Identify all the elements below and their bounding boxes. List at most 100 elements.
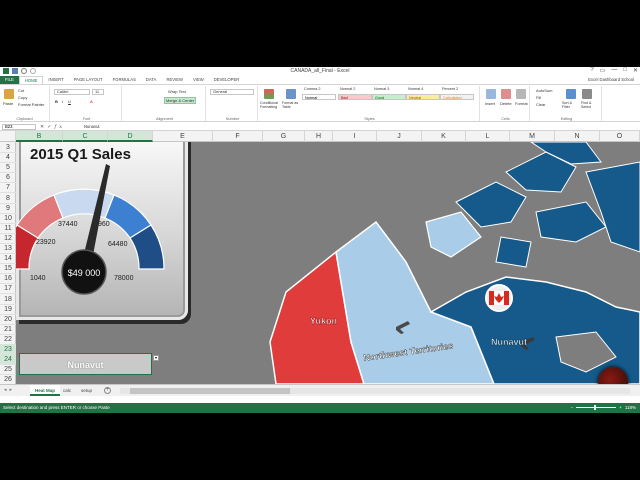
column-header-i[interactable]: I <box>333 131 377 142</box>
name-box[interactable]: B23 <box>2 124 36 130</box>
conditional-formatting-icon[interactable] <box>264 89 274 99</box>
tab-data[interactable]: DATA <box>141 76 162 84</box>
column-header-c[interactable]: C <box>63 131 108 142</box>
region-dropdown-button[interactable]: ▾ <box>153 355 159 361</box>
format-as-table-icon[interactable] <box>286 89 296 99</box>
font-name-select[interactable]: Calibri <box>54 89 90 95</box>
conditional-formatting-button[interactable]: Conditional Formatting <box>260 101 282 109</box>
clear-button[interactable]: Clear <box>536 102 546 107</box>
format-painter-button[interactable]: Format Painter <box>18 102 44 107</box>
sheet-tab-setup[interactable]: setup <box>76 385 97 396</box>
delete-button[interactable]: Delete <box>500 101 512 106</box>
sort-filter-icon[interactable] <box>566 89 576 99</box>
style-neutral[interactable]: Neutral <box>406 94 440 100</box>
number-format-select[interactable]: General <box>210 89 254 95</box>
arctic-island <box>585 161 640 253</box>
font-size-select[interactable]: 11 <box>92 89 104 95</box>
column-header-g[interactable]: G <box>263 131 305 142</box>
underline-icon[interactable]: U <box>68 99 71 104</box>
font-color-icon[interactable]: A <box>90 99 93 104</box>
find-select-button[interactable]: Find & Select <box>581 101 599 109</box>
format-as-table-button[interactable]: Format as Table <box>282 101 300 109</box>
selected-cell-b23[interactable]: Nunavut <box>19 353 152 375</box>
style-normal[interactable]: Normal <box>302 94 336 100</box>
insert-cells-icon[interactable] <box>486 89 496 99</box>
paste-icon[interactable] <box>4 89 14 99</box>
column-header-b[interactable]: B <box>16 131 63 142</box>
zoom-slider[interactable] <box>576 405 617 410</box>
column-header-h[interactable]: H <box>305 131 333 142</box>
style-bad[interactable]: Bad <box>338 94 372 100</box>
fill-button[interactable]: Fill <box>536 95 541 100</box>
horizontal-scrollbar[interactable] <box>120 388 630 394</box>
style-header-normal4: Normal 4 <box>408 87 424 91</box>
style-header-normal3: Normal 3 <box>374 87 390 91</box>
paste-button[interactable]: Paste <box>3 101 13 106</box>
copy-button[interactable]: Copy <box>18 95 27 100</box>
sort-filter-button[interactable]: Sort & Filter <box>562 101 580 109</box>
help-icon[interactable]: ? <box>590 67 593 74</box>
cut-button[interactable]: Cut <box>18 88 24 93</box>
cell-grid[interactable]: Yukon Northwest Territories Nunavut 1040… <box>16 142 640 384</box>
format-button[interactable]: Format <box>515 101 528 106</box>
ribbon: Paste Cut Copy Format Painter Clipboard … <box>0 84 640 122</box>
editing-label: Editing <box>560 117 573 121</box>
column-header-m[interactable]: M <box>510 131 555 142</box>
gauge-value: $49 000 <box>68 268 101 278</box>
merge-center-button[interactable]: Merge & Center <box>164 97 197 104</box>
tab-insert[interactable]: INSERT <box>43 76 68 84</box>
find-select-icon[interactable] <box>582 89 592 99</box>
tab-formulas[interactable]: FORMULAS <box>108 76 141 84</box>
sheet-nav-arrows[interactable]: ◂▸ <box>4 387 15 393</box>
column-header-k[interactable]: K <box>422 131 466 142</box>
clipboard-label: Clipboard <box>16 117 33 121</box>
formula-bar: B23 ✕✓fx Nunavut <box>0 123 640 131</box>
tab-home[interactable]: HOME <box>18 76 44 84</box>
sales-gauge-panel: 1040 23920 37440 960 64480 78000 $49 000… <box>16 142 188 320</box>
wrap-text-button[interactable]: Wrap Text <box>168 89 186 94</box>
delete-cells-icon[interactable] <box>501 89 511 99</box>
ribbon-display-icon[interactable]: ▭ <box>600 67 606 74</box>
column-header-e[interactable]: E <box>153 131 213 142</box>
sheet-tab-calc[interactable]: calc <box>58 385 76 396</box>
gauge-graphic: 1040 23920 37440 960 64480 78000 $49 000 <box>16 164 165 295</box>
zoom-level[interactable]: 118% <box>625 405 636 410</box>
autosum-button[interactable]: AutoSum <box>536 88 552 93</box>
minimize-icon[interactable]: — <box>611 67 617 74</box>
italic-icon[interactable]: I <box>62 99 63 104</box>
cells-group: Insert Delete Format Cells <box>482 86 530 121</box>
sheet-tab-heat-map[interactable]: Heat Map <box>30 385 61 396</box>
zoom-in-icon[interactable]: + <box>619 405 622 410</box>
window-title: CANADA_all_Final - Excel <box>290 68 350 74</box>
horizontal-scrollbar-thumb[interactable] <box>130 388 290 394</box>
tab-view[interactable]: VIEW <box>188 76 209 84</box>
account-name[interactable]: Excel Dashboard School <box>588 77 634 82</box>
formula-input[interactable]: Nunavut <box>84 124 636 130</box>
style-calculation[interactable]: Calculation <box>440 94 474 100</box>
insert-function-icon[interactable]: fx <box>54 124 65 130</box>
close-icon[interactable]: ✕ <box>633 67 638 74</box>
ribbon-tabs: FILE HOME INSERT PAGE LAYOUT FORMULAS DA… <box>0 76 640 84</box>
bold-icon[interactable]: B <box>55 99 58 104</box>
zoom-out-icon[interactable]: − <box>571 405 574 410</box>
column-header-d[interactable]: D <box>108 131 153 142</box>
styles-label: Styles <box>364 117 375 121</box>
tab-file[interactable]: FILE <box>0 76 19 84</box>
tab-review[interactable]: REVIEW <box>161 76 188 84</box>
column-header-f[interactable]: F <box>213 131 263 142</box>
excel-window: CANADA_all_Final - Excel ? ▭ — □ ✕ FILE … <box>0 67 640 413</box>
format-cells-icon[interactable] <box>516 89 526 99</box>
column-header-o[interactable]: O <box>600 131 640 142</box>
column-header-j[interactable]: J <box>377 131 422 142</box>
tab-developer[interactable]: DEVELOPER <box>209 76 245 84</box>
select-all-corner[interactable] <box>0 131 16 142</box>
maximize-icon[interactable]: □ <box>623 67 627 74</box>
column-header-l[interactable]: L <box>466 131 510 142</box>
tab-page-layout[interactable]: PAGE LAYOUT <box>69 76 108 84</box>
row-header-26[interactable]: 26 <box>0 374 16 384</box>
worksheet[interactable]: Yukon Northwest Territories Nunavut 1040… <box>0 142 640 384</box>
insert-button[interactable]: Insert <box>485 101 495 106</box>
style-good[interactable]: Good <box>372 94 406 100</box>
add-sheet-icon[interactable]: + <box>104 387 111 394</box>
column-header-n[interactable]: N <box>555 131 600 142</box>
